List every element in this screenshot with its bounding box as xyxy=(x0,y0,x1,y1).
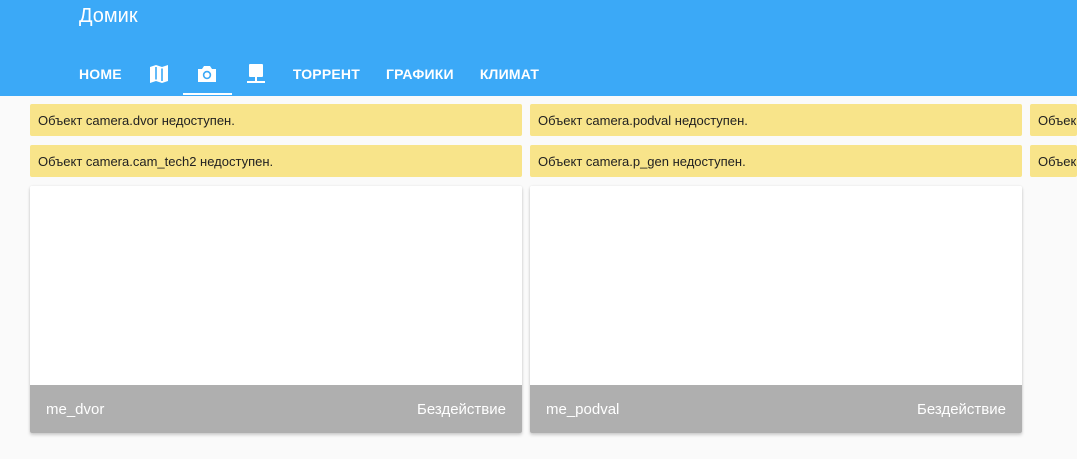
camera-name: me_dvor xyxy=(46,400,105,418)
tab-torrent-label: ТОРРЕНТ xyxy=(292,66,360,82)
warning-camera-p-gen: Объект camera.p_gen недоступен. xyxy=(530,145,1022,177)
view-tabs: HOME ТОРРЕНТ ГРАФИКИ КЛИМАТ xyxy=(66,52,552,96)
warning-text: Объект camera.p_gen недоступен. xyxy=(538,153,746,169)
monitor-icon xyxy=(246,64,265,83)
camera-image[interactable] xyxy=(30,186,522,385)
tab-home-label: HOME xyxy=(79,66,122,82)
warning-camera-dvor: Объект camera.dvor недоступен. xyxy=(30,104,522,136)
warning-camera-podval: Объект camera.podval недоступен. xyxy=(530,104,1022,136)
tab-charts-label: ГРАФИКИ xyxy=(385,66,454,82)
tab-climate[interactable]: КЛИМАТ xyxy=(467,52,552,96)
warning-camera-cam-tech2: Объект camera.cam_tech2 недоступен. xyxy=(30,145,522,177)
warning-text: Объек xyxy=(1038,112,1077,128)
app-toolbar: Домик HOME ТОРРЕНТ ГРАФИКИ КЛИМАТ xyxy=(0,0,1077,96)
camera-image[interactable] xyxy=(530,186,1022,385)
tab-camera[interactable] xyxy=(182,52,232,96)
warning-text: Объект camera.dvor недоступен. xyxy=(38,112,235,128)
camera-icon xyxy=(198,66,217,82)
camera-card-me-podval[interactable]: me_podval Бездействие xyxy=(530,186,1022,433)
tab-climate-label: КЛИМАТ xyxy=(479,66,540,82)
camera-card-footer: me_dvor Бездействие xyxy=(30,385,522,433)
camera-card-me-dvor[interactable]: me_dvor Бездействие xyxy=(30,186,522,433)
app-title: Домик xyxy=(79,5,138,27)
warning-text: Объек xyxy=(1038,153,1077,169)
warning-text: Объект camera.podval недоступен. xyxy=(538,112,748,128)
tab-monitor[interactable] xyxy=(232,52,280,96)
tab-charts[interactable]: ГРАФИКИ xyxy=(373,52,467,96)
camera-state: Бездействие xyxy=(917,400,1006,418)
warning-truncated: Объек xyxy=(1030,145,1077,177)
warning-text: Объект camera.cam_tech2 недоступен. xyxy=(38,153,274,169)
tab-torrent[interactable]: ТОРРЕНТ xyxy=(280,52,373,96)
camera-state: Бездействие xyxy=(417,400,506,418)
map-icon xyxy=(149,65,168,83)
tab-home[interactable]: HOME xyxy=(66,52,135,96)
camera-name: me_podval xyxy=(546,400,620,418)
tab-map[interactable] xyxy=(135,52,183,96)
warning-truncated: Объек xyxy=(1030,104,1077,136)
camera-card-footer: me_podval Бездействие xyxy=(530,385,1022,433)
